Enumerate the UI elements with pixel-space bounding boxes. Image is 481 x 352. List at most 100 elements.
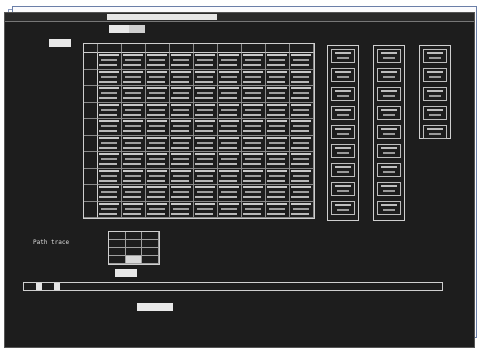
grid-byte-cell[interactable] [170,152,194,169]
grid-byte-cell[interactable] [194,53,218,70]
poh-byte-cell[interactable] [377,125,401,139]
poh-byte-cell[interactable] [331,201,355,215]
poh-byte-cell[interactable] [331,182,355,196]
grid-byte-cell[interactable] [266,152,290,169]
grid-byte-cell[interactable] [266,119,290,136]
path-trace-cell[interactable] [125,248,143,256]
grid-byte-cell[interactable] [242,185,266,202]
grid-byte-cell[interactable] [242,53,266,70]
grid-byte-cell[interactable] [122,102,146,119]
poh-byte-cell[interactable] [331,49,355,63]
grid-byte-cell[interactable] [98,69,122,86]
grid-byte-cell[interactable] [170,86,194,103]
grid-byte-cell[interactable] [218,102,242,119]
grid-byte-cell[interactable] [218,86,242,103]
poh-byte-cell[interactable] [377,87,401,101]
grid-byte-cell[interactable] [218,135,242,152]
grid-byte-cell[interactable] [146,185,170,202]
path-trace-cell[interactable] [142,232,159,240]
poh-byte-cell[interactable] [331,106,355,120]
scc-external-field[interactable] [137,303,173,311]
grid-byte-cell[interactable] [170,168,194,185]
grid-byte-cell[interactable] [194,152,218,169]
grid-byte-cell[interactable] [146,119,170,136]
path-trace-cell[interactable] [109,256,126,264]
path-trace-cell[interactable] [142,240,159,248]
grid-byte-cell[interactable] [122,168,146,185]
grid-byte-cell[interactable] [242,119,266,136]
grid-byte-cell[interactable] [194,185,218,202]
grid-byte-cell[interactable] [122,135,146,152]
grid-byte-cell[interactable] [218,53,242,70]
grid-byte-cell[interactable] [146,152,170,169]
poh-byte-cell[interactable] [377,144,401,158]
grid-byte-cell[interactable] [146,102,170,119]
grid-byte-cell[interactable] [146,86,170,103]
poh-byte-cell[interactable] [423,68,447,82]
path-trace-cell[interactable] [109,248,126,256]
grid-byte-cell[interactable] [98,53,122,70]
grid-byte-cell[interactable] [170,102,194,119]
grid-byte-cell[interactable] [242,69,266,86]
grid-byte-cell[interactable] [218,152,242,169]
grid-byte-cell[interactable] [194,102,218,119]
grid-byte-cell[interactable] [98,152,122,169]
grid-byte-cell[interactable] [122,152,146,169]
grid-byte-cell[interactable] [194,119,218,136]
select-field[interactable] [109,25,129,33]
grid-byte-cell[interactable] [98,119,122,136]
poh-byte-cell[interactable] [377,49,401,63]
poh-byte-cell[interactable] [377,201,401,215]
poh-byte-cell[interactable] [331,125,355,139]
poh-byte-cell[interactable] [423,125,447,139]
grid-byte-cell[interactable] [122,119,146,136]
path-trace-cell[interactable] [109,232,126,240]
poh-byte-cell[interactable] [331,68,355,82]
path-trace-cell[interactable] [125,256,143,264]
pointer-field[interactable] [115,269,137,277]
grid-byte-cell[interactable] [122,86,146,103]
grid-byte-cell[interactable] [170,69,194,86]
path-trace-cell[interactable] [142,248,159,256]
grid-byte-cell[interactable] [218,201,242,218]
grid-byte-cell[interactable] [194,86,218,103]
grid-byte-cell[interactable] [290,53,314,70]
grid-byte-cell[interactable] [266,135,290,152]
grid-byte-cell[interactable] [290,135,314,152]
grid-byte-cell[interactable] [194,168,218,185]
grid-byte-cell[interactable] [290,152,314,169]
grid-byte-cell[interactable] [122,69,146,86]
poh-byte-cell[interactable] [377,163,401,177]
grid-byte-cell[interactable] [266,201,290,218]
grid-byte-cell[interactable] [266,185,290,202]
grid-byte-cell[interactable] [146,201,170,218]
grid-byte-cell[interactable] [290,201,314,218]
grid-byte-cell[interactable] [122,185,146,202]
grid-byte-cell[interactable] [146,53,170,70]
path-trace-cell[interactable] [125,232,143,240]
grid-byte-cell[interactable] [218,185,242,202]
grid-byte-cell[interactable] [290,119,314,136]
grid-byte-cell[interactable] [98,185,122,202]
grid-byte-cell[interactable] [194,69,218,86]
grid-byte-cell[interactable] [194,135,218,152]
grid-byte-cell[interactable] [146,69,170,86]
poh-byte-cell[interactable] [423,49,447,63]
grid-byte-cell[interactable] [146,168,170,185]
grid-byte-cell[interactable] [98,102,122,119]
grid-byte-cell[interactable] [242,201,266,218]
grid-byte-cell[interactable] [146,135,170,152]
grid-byte-cell[interactable] [194,201,218,218]
grid-byte-cell[interactable] [290,69,314,86]
select-field-2[interactable] [129,25,145,33]
grid-byte-cell[interactable] [122,53,146,70]
grid-byte-cell[interactable] [242,168,266,185]
grid-byte-cell[interactable] [170,135,194,152]
grid-byte-cell[interactable] [242,102,266,119]
sonet-field[interactable] [49,39,71,47]
grid-byte-cell[interactable] [170,201,194,218]
poh-byte-cell[interactable] [377,68,401,82]
poh-byte-cell[interactable] [331,87,355,101]
grid-byte-cell[interactable] [266,168,290,185]
grid-byte-cell[interactable] [266,86,290,103]
